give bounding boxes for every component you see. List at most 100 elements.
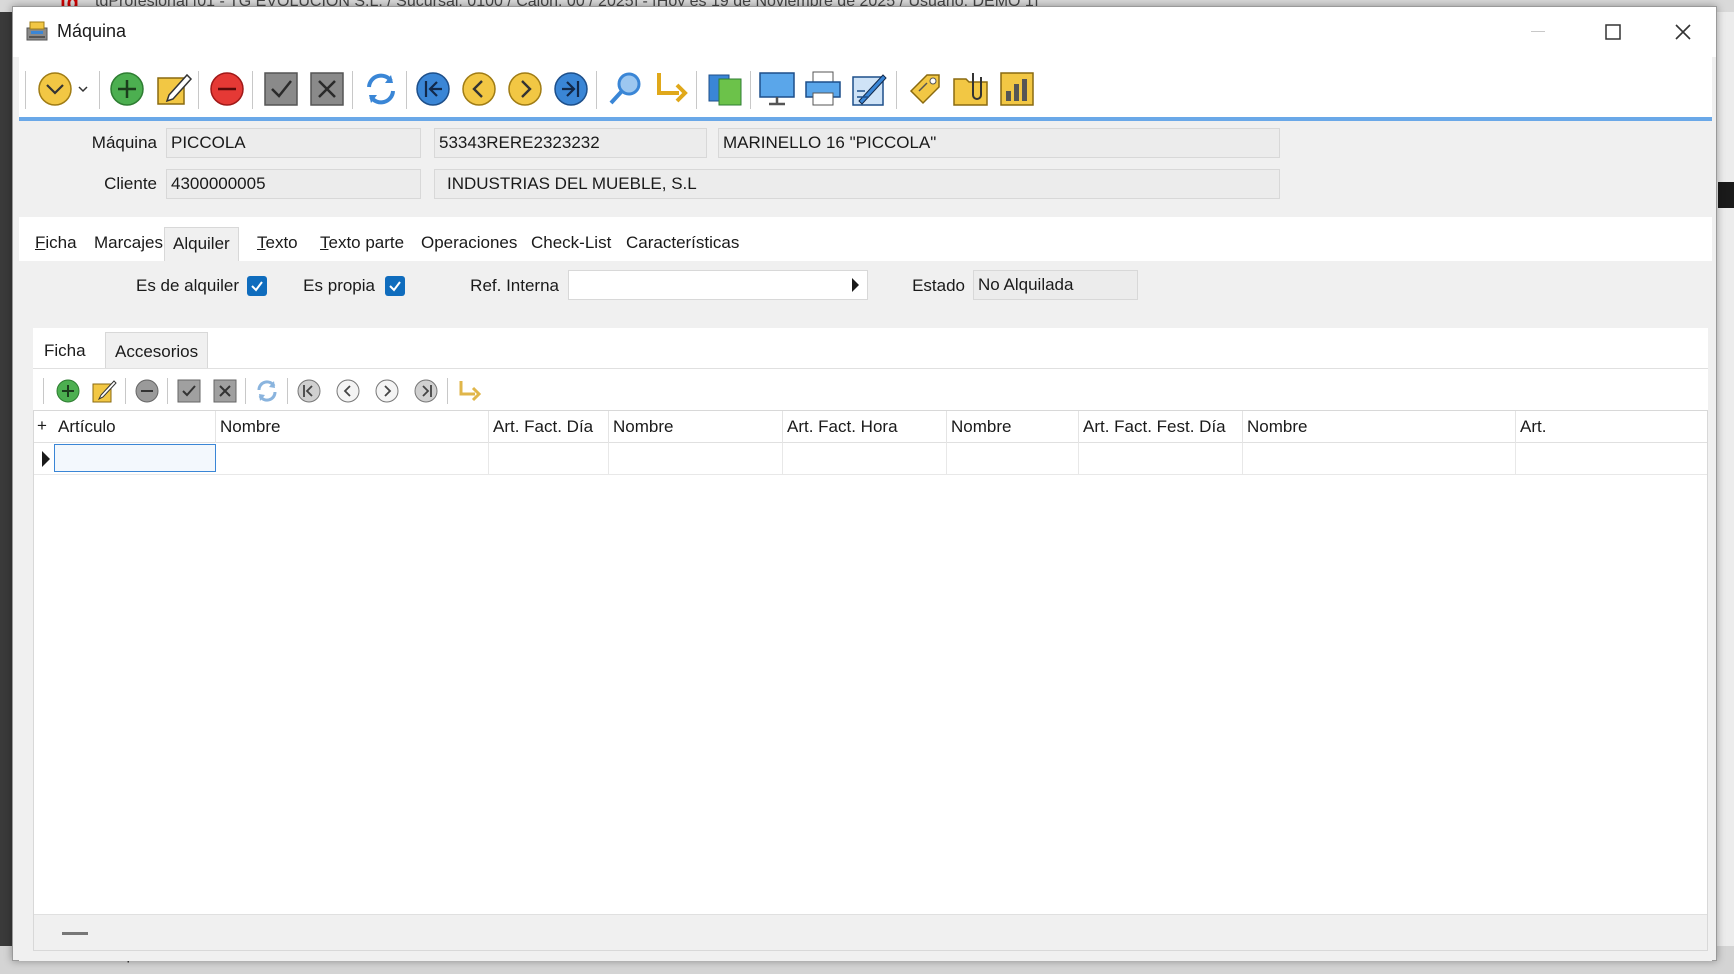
table-row[interactable] bbox=[34, 443, 1707, 475]
machine-icon bbox=[25, 20, 49, 42]
first-record-button[interactable] bbox=[411, 67, 455, 111]
accesorio-cancel-button[interactable] bbox=[210, 376, 240, 406]
statistics-button[interactable] bbox=[995, 67, 1039, 111]
column-header-art-fact-fest-dia[interactable]: Art. Fact. Fest. Día bbox=[1079, 411, 1243, 443]
attachments-button[interactable] bbox=[949, 67, 993, 111]
actions-dropdown-button[interactable] bbox=[33, 67, 91, 111]
background-right-panel bbox=[1716, 12, 1734, 974]
toolbar-separator bbox=[167, 378, 169, 404]
ref-interna-combo[interactable] bbox=[568, 270, 868, 300]
toolbar-separator bbox=[596, 71, 598, 109]
column-header-nombre[interactable]: Nombre bbox=[1243, 411, 1516, 443]
maquina-code-field[interactable]: PICCOLA bbox=[166, 128, 421, 158]
cliente-name-field[interactable]: INDUSTRIAS DEL MUEBLE, S.L bbox=[434, 169, 1280, 199]
table-cell-art-fact-dia[interactable] bbox=[489, 443, 609, 474]
grid-header: + Artículo Nombre Art. Fact. Día Nombre … bbox=[34, 411, 1707, 443]
next-record-button[interactable] bbox=[503, 67, 547, 111]
add-button[interactable] bbox=[105, 67, 149, 111]
refresh-button[interactable] bbox=[359, 67, 403, 111]
es-propia-checkbox[interactable] bbox=[385, 276, 405, 296]
accesorio-last-button[interactable] bbox=[411, 376, 441, 406]
screen-button[interactable] bbox=[755, 67, 799, 111]
close-button[interactable] bbox=[1648, 7, 1718, 57]
search-icon bbox=[609, 72, 641, 105]
minimize-button[interactable] bbox=[1503, 7, 1573, 57]
accept-button[interactable] bbox=[259, 67, 303, 111]
tab-operaciones[interactable]: Operaciones bbox=[413, 227, 525, 261]
cliente-code-field[interactable]: 4300000005 bbox=[166, 169, 421, 199]
table-cell-nombre[interactable] bbox=[216, 443, 489, 474]
toolbar-grip bbox=[25, 71, 27, 109]
accesorio-refresh-button[interactable] bbox=[252, 376, 282, 406]
edit-button[interactable] bbox=[151, 67, 195, 111]
goto-button[interactable] bbox=[649, 67, 693, 111]
add-icon bbox=[110, 72, 144, 106]
previous-record-button[interactable] bbox=[457, 67, 501, 111]
cancel-icon bbox=[213, 379, 237, 403]
table-cell-articulo[interactable] bbox=[54, 444, 216, 472]
accesorio-previous-button[interactable] bbox=[333, 376, 363, 406]
column-header-nombre[interactable]: Nombre bbox=[609, 411, 783, 443]
maquina-window: Máquina Máquina PICCOLA 53343RERE2323232… bbox=[12, 6, 1717, 961]
title-bar[interactable]: Máquina bbox=[13, 7, 1716, 57]
accept-icon bbox=[177, 379, 201, 403]
add-column-button[interactable]: + bbox=[34, 411, 54, 443]
es-propia-label: Es propia bbox=[303, 276, 375, 295]
toolbar-separator bbox=[125, 378, 127, 404]
toolbar-separator bbox=[750, 71, 752, 109]
subtab-ficha[interactable]: Ficha bbox=[35, 332, 95, 368]
column-header-nombre[interactable]: Nombre bbox=[947, 411, 1079, 443]
delete-button[interactable] bbox=[205, 67, 249, 111]
column-header-articulo[interactable]: Artículo bbox=[54, 411, 216, 443]
column-header-art-fact-hora[interactable]: Art. Fact. Hora bbox=[783, 411, 947, 443]
accesorio-delete-button[interactable] bbox=[132, 376, 162, 406]
tab-texto[interactable]: Texto bbox=[249, 227, 306, 261]
subtab-accesorios[interactable]: Accesorios bbox=[105, 332, 209, 368]
background-window-edge bbox=[0, 12, 12, 974]
es-de-alquiler-checkbox[interactable] bbox=[247, 276, 267, 296]
column-header-art[interactable]: Art. bbox=[1516, 411, 1706, 443]
label-tag-icon bbox=[909, 74, 940, 105]
table-cell-nombre[interactable] bbox=[609, 443, 783, 474]
table-cell-art-fact-fest-dia[interactable] bbox=[1079, 443, 1243, 474]
table-cell-art-fact-hora[interactable] bbox=[783, 443, 947, 474]
tab-alquiler[interactable]: Alquiler bbox=[164, 227, 239, 261]
cancel-button[interactable] bbox=[305, 67, 349, 111]
maximize-button[interactable] bbox=[1578, 7, 1648, 57]
label-tag-button[interactable] bbox=[903, 67, 947, 111]
accesorios-grid: + Artículo Nombre Art. Fact. Día Nombre … bbox=[33, 410, 1708, 951]
toolbar-separator bbox=[252, 71, 254, 109]
accesorio-goto-button[interactable] bbox=[454, 376, 484, 406]
accesorio-accept-button[interactable] bbox=[174, 376, 204, 406]
accesorios-toolbar bbox=[33, 368, 1708, 410]
design-report-button[interactable] bbox=[847, 67, 891, 111]
column-header-nombre[interactable]: Nombre bbox=[216, 411, 489, 443]
tab-check-list[interactable]: Check-List bbox=[523, 227, 619, 261]
accesorio-next-button[interactable] bbox=[372, 376, 402, 406]
accesorio-first-button[interactable] bbox=[294, 376, 324, 406]
horizontal-scrollbar-thumb[interactable] bbox=[62, 932, 88, 935]
copy-button[interactable] bbox=[703, 67, 747, 111]
tab-ficha[interactable]: Ficha bbox=[27, 227, 85, 261]
maquina-serial-field[interactable]: 53343RERE2323232 bbox=[434, 128, 707, 158]
toolbar-separator bbox=[447, 378, 449, 404]
estado-field: No Alquilada bbox=[973, 270, 1138, 300]
print-button[interactable] bbox=[801, 67, 845, 111]
toolbar-separator bbox=[245, 378, 247, 404]
table-cell-art[interactable] bbox=[1516, 443, 1706, 474]
tab-marcajes[interactable]: Marcajes bbox=[86, 227, 171, 261]
tab-caracteristicas[interactable]: Características bbox=[618, 227, 747, 261]
accesorio-add-button[interactable] bbox=[53, 376, 83, 406]
first-record-icon bbox=[297, 379, 321, 403]
toolbar-separator bbox=[896, 71, 898, 109]
table-cell-nombre[interactable] bbox=[1243, 443, 1516, 474]
estado-label: Estado bbox=[912, 276, 965, 295]
table-cell-nombre[interactable] bbox=[947, 443, 1079, 474]
last-record-button[interactable] bbox=[549, 67, 593, 111]
maquina-description-field[interactable]: MARINELLO 16 "PICCOLA" bbox=[718, 128, 1280, 158]
column-header-art-fact-dia[interactable]: Art. Fact. Día bbox=[489, 411, 609, 443]
tab-texto-parte[interactable]: Texto parte bbox=[312, 227, 412, 261]
accesorio-edit-button[interactable] bbox=[89, 376, 119, 406]
search-button[interactable] bbox=[603, 67, 647, 111]
ref-interna-label: Ref. Interna bbox=[470, 276, 559, 295]
